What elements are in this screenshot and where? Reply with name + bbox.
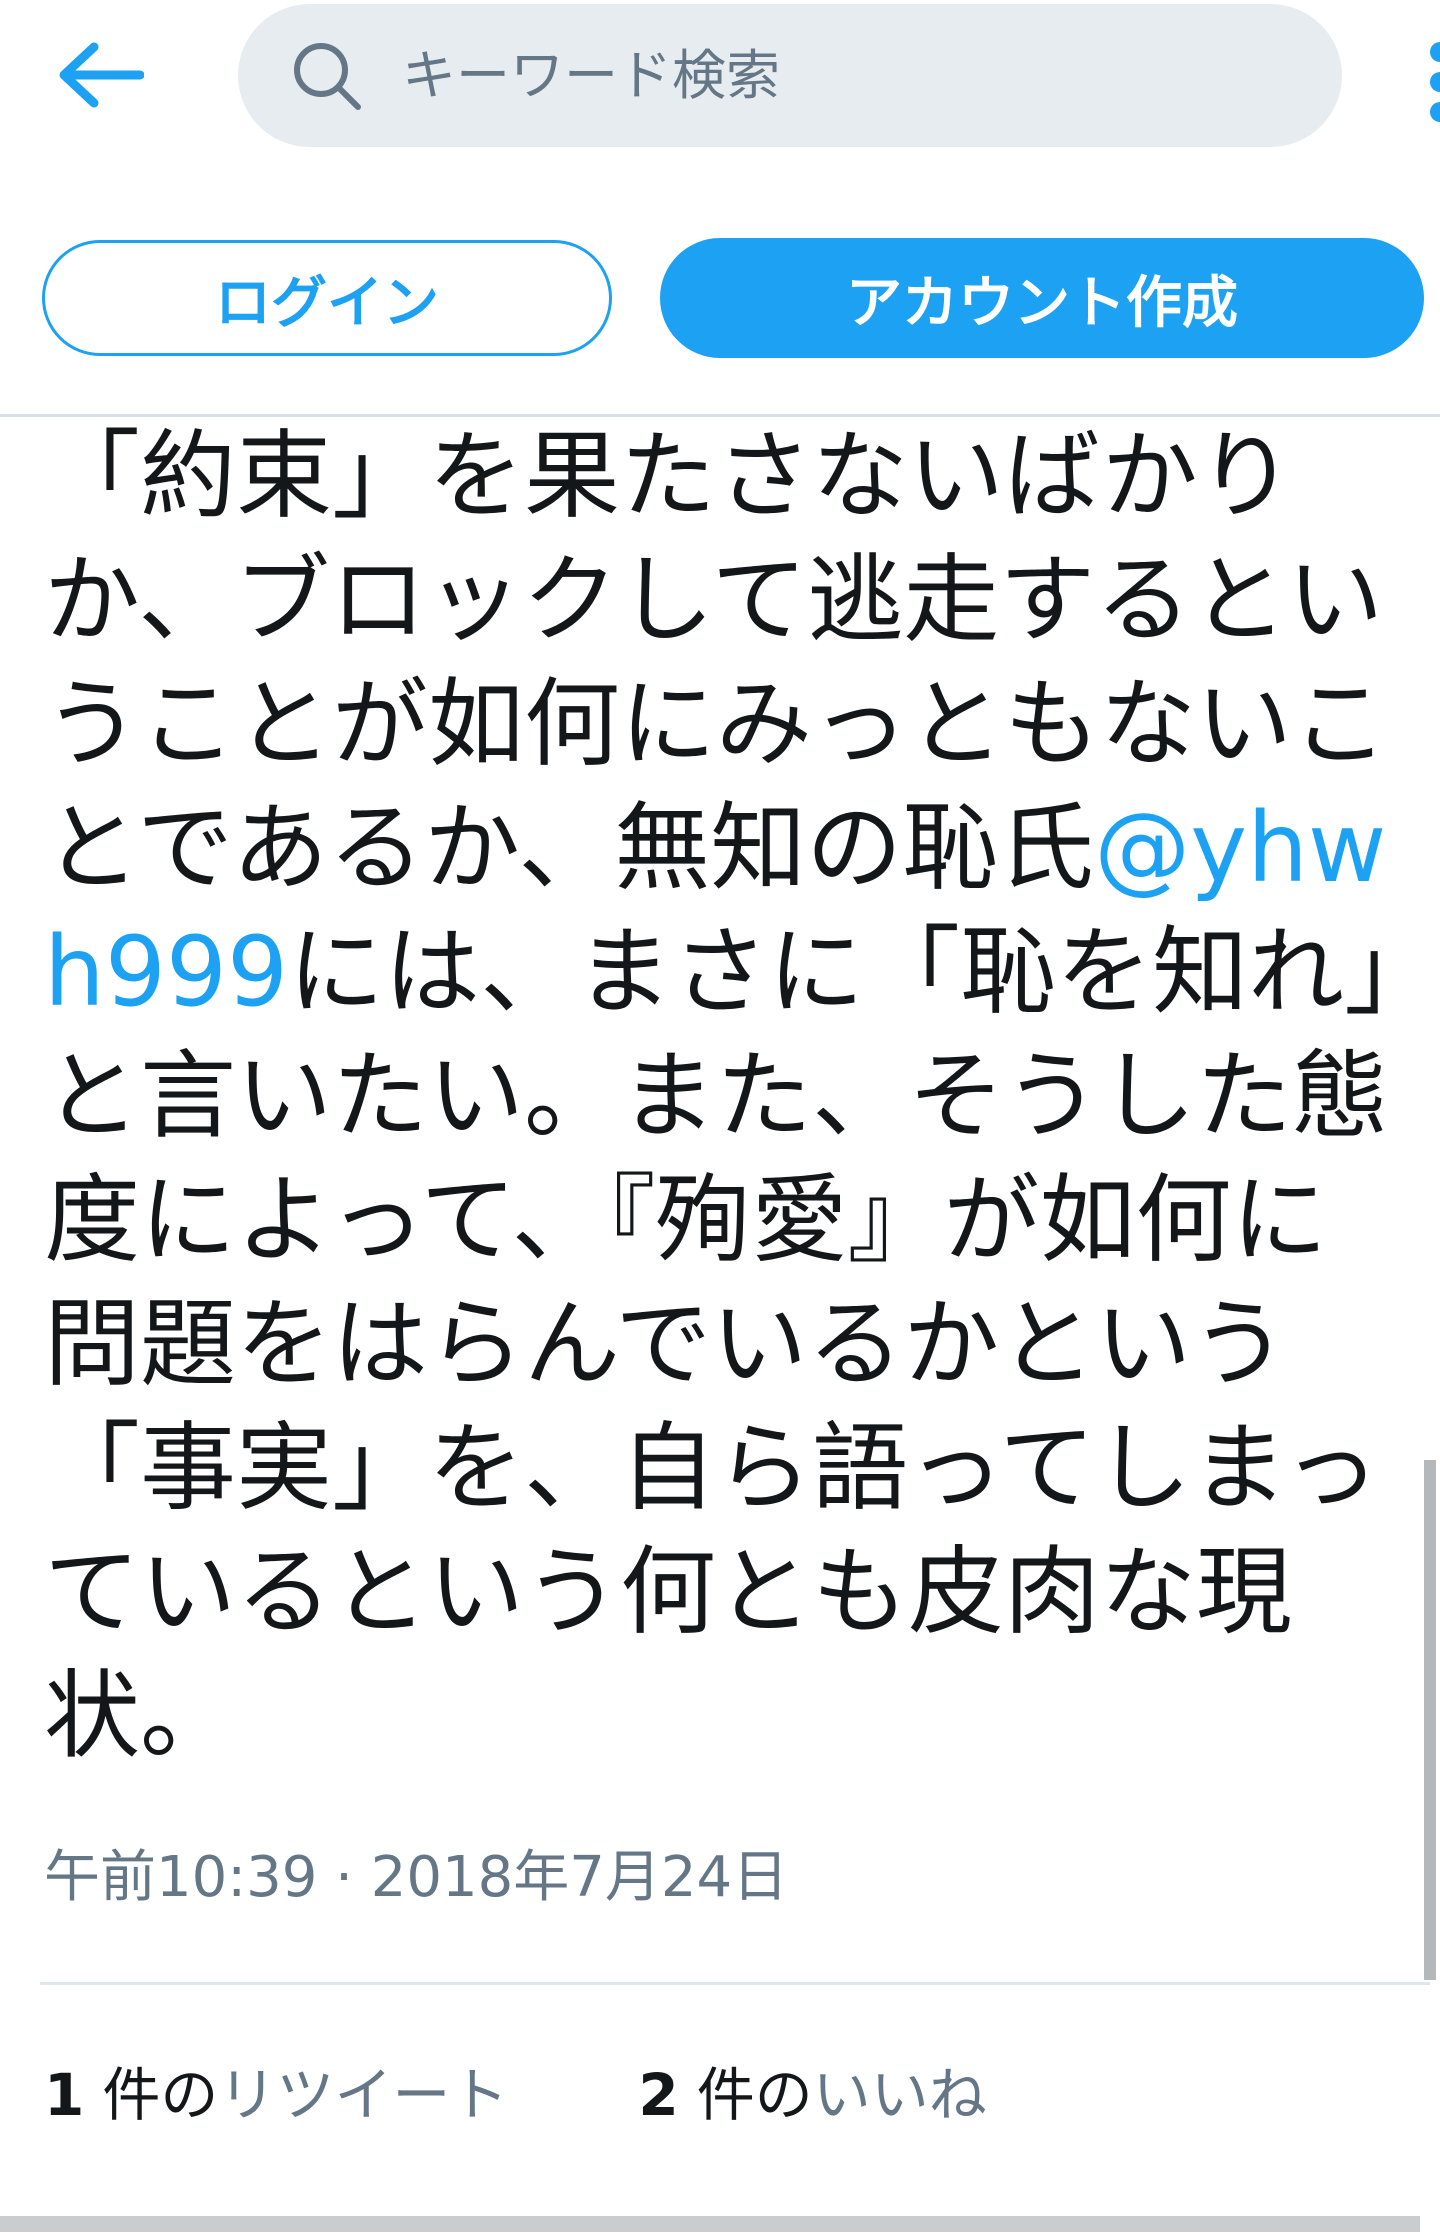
top-bar: [0, 0, 1440, 150]
search-input[interactable]: [400, 43, 1304, 108]
more-vertical-icon[interactable]: [1425, 30, 1440, 130]
tweet-text-part-2: には、まさに「恥を知れ」と言いたい。また、そうした態度によって、『殉愛』が如何に…: [44, 916, 1393, 1772]
stats-divider: [40, 1982, 1430, 1985]
auth-buttons: ログイン アカウント作成: [0, 236, 1440, 366]
retweets-label: リツイート: [218, 2061, 509, 2129]
back-button[interactable]: [40, 30, 160, 120]
tweet-stats: 1 件の リツイート 2 件の いいね: [44, 2050, 987, 2130]
login-button[interactable]: ログイン: [42, 240, 612, 356]
likes-stat[interactable]: 2 件の いいね: [638, 2048, 986, 2132]
likes-label: いいね: [812, 2061, 987, 2129]
search-bar[interactable]: [238, 4, 1342, 147]
tweet-timestamp[interactable]: 午前10:39 · 2018年7月24日: [44, 1832, 788, 1913]
likes-count: 2: [638, 2061, 679, 2129]
scrollbar[interactable]: [1424, 1460, 1436, 1980]
retweets-stat[interactable]: 1 件の リツイート: [44, 2048, 508, 2132]
retweets-unit: 件の: [102, 2061, 219, 2129]
arrow-left-icon: [59, 42, 144, 108]
tweet-text: 「約束」を果たさないばかりか、ブロックして逃走するということが如何にみっともない…: [44, 414, 1404, 1778]
search-icon: [294, 42, 361, 110]
bottom-divider: [0, 2216, 1420, 2232]
likes-unit: 件の: [696, 2061, 813, 2129]
create-account-button[interactable]: アカウント作成: [660, 238, 1424, 358]
retweets-count: 1: [44, 2061, 85, 2129]
